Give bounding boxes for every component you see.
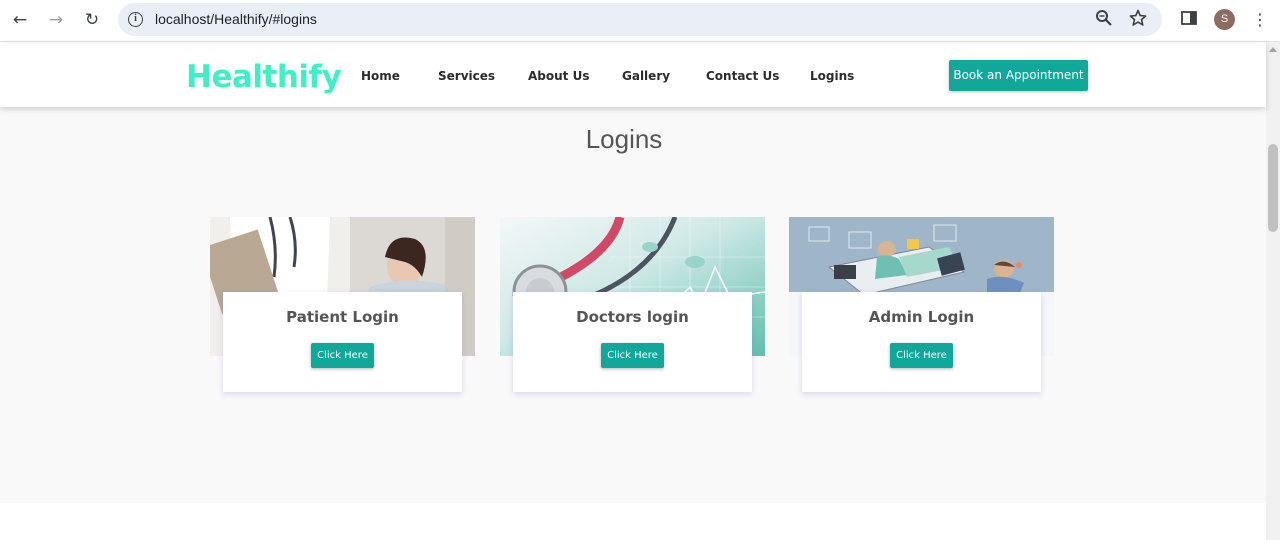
nav-gallery[interactable]: Gallery bbox=[622, 69, 670, 83]
site-header: Healthify Home Services About Us Gallery… bbox=[0, 43, 1266, 107]
admin-login-card: Admin Login Click Here bbox=[789, 217, 1054, 392]
card-title: Doctors login bbox=[576, 308, 689, 326]
logins-section: Logins Patient Login Click Here Doctors … bbox=[0, 107, 1266, 503]
next-section bbox=[0, 503, 1266, 540]
patient-login-card: Patient Login Click Here bbox=[210, 217, 475, 392]
avatar[interactable]: S bbox=[1214, 9, 1235, 30]
address-bar[interactable]: i localhost/Healthify/#logins bbox=[118, 3, 1162, 36]
card-title: Admin Login bbox=[868, 308, 975, 326]
nav-services[interactable]: Services bbox=[438, 69, 495, 83]
patient-login-box: Patient Login Click Here bbox=[223, 292, 462, 392]
admin-login-button[interactable]: Click Here bbox=[890, 343, 953, 368]
side-panel-icon[interactable] bbox=[1179, 10, 1199, 30]
menu-icon[interactable]: ⋮ bbox=[1252, 9, 1268, 31]
card-title: Patient Login bbox=[286, 308, 399, 326]
logo[interactable]: Healthify bbox=[186, 59, 342, 95]
book-appointment-button[interactable]: Book an Appointment bbox=[949, 60, 1088, 91]
nav-contact-us[interactable]: Contact Us bbox=[706, 69, 779, 83]
admin-login-box: Admin Login Click Here bbox=[802, 292, 1041, 392]
doctors-login-box: Doctors login Click Here bbox=[513, 292, 752, 392]
doctors-login-card: Doctors login Click Here bbox=[500, 217, 765, 392]
reload-icon[interactable]: ↻ bbox=[81, 9, 103, 31]
url-text[interactable]: localhost/Healthify/#logins bbox=[155, 11, 317, 27]
scroll-up-icon[interactable] bbox=[1269, 47, 1277, 52]
section-title: Logins bbox=[585, 124, 663, 154]
forward-icon[interactable]: → bbox=[45, 9, 67, 31]
info-icon[interactable]: i bbox=[128, 12, 143, 27]
scroll-thumb[interactable] bbox=[1268, 144, 1278, 232]
page-scrollbar[interactable] bbox=[1266, 42, 1280, 540]
patient-login-button[interactable]: Click Here bbox=[311, 343, 374, 368]
nav-about-us[interactable]: About Us bbox=[528, 69, 589, 83]
browser-toolbar: ← → ↻ i localhost/Healthify/#logins S ⋮ bbox=[0, 0, 1280, 42]
zoom-icon[interactable] bbox=[1094, 9, 1114, 29]
back-icon[interactable]: ← bbox=[9, 9, 31, 31]
nav-home[interactable]: Home bbox=[361, 69, 400, 83]
nav-logins[interactable]: Logins bbox=[810, 69, 854, 83]
doctors-login-button[interactable]: Click Here bbox=[601, 343, 664, 368]
star-icon[interactable] bbox=[1128, 9, 1148, 29]
